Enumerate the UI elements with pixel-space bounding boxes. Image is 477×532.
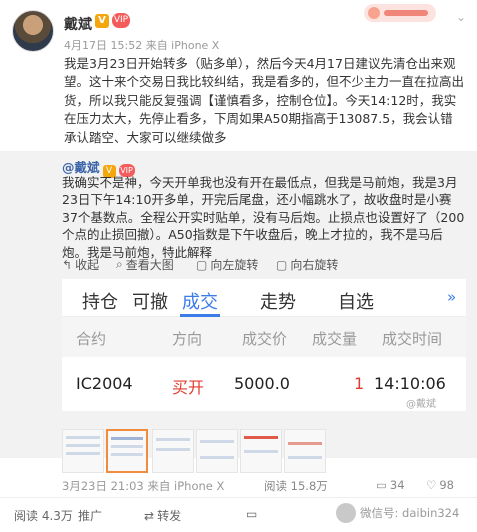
quoted-post: @戴斌 V VIP 我确实不是神，今天开单我也没有开在最低点，但我是马前炮，我是3月… [0, 151, 477, 493]
verified-badge: V [95, 14, 109, 28]
tab-positions: 持仓 [82, 292, 118, 313]
thumbnail[interactable] [62, 429, 104, 473]
chevron-down-icon[interactable]: ⌄ [454, 10, 468, 24]
repost-icon: ⇄ [144, 508, 155, 523]
rotate-right-button[interactable]: ▢ 向右旋转 [276, 256, 338, 273]
avatar[interactable] [12, 10, 54, 52]
post-header: 戴斌 V VIP 4月17日 15:52 来自 iPhone X ⌄ [0, 0, 477, 52]
promote-button[interactable]: 推广 [78, 507, 102, 524]
search-icon: ⌕ [116, 257, 123, 271]
quoted-text: 我确实不是神，今天开单我也没有开在最低点，但我是马前炮，我是3月23日下午14:… [62, 175, 465, 260]
quoted-meta: 3月23日 21:03 来自 iPhone X [62, 479, 225, 493]
like-button[interactable]: ♡ 98 [426, 478, 454, 492]
cell-time: 14:10:06 [374, 374, 446, 393]
views-count: 阅读 15.8万 [264, 479, 328, 493]
repost-button[interactable]: ⇄ 转发 [144, 507, 181, 524]
image-watermark: @戴斌 [406, 399, 436, 410]
post-meta: 4月17日 15:52 来自 iPhone X [64, 39, 220, 52]
thumbnail[interactable] [152, 429, 194, 473]
decorative-banner-icon [364, 4, 436, 22]
thumbs-up-icon: ♡ [426, 478, 437, 492]
cell-price: 5000.0 [234, 374, 290, 393]
post-text: 我是3月23日开始转多（贴多单），然后今天4月17日建议先清仓出来观望。这十来个… [64, 56, 465, 145]
collapse-button[interactable]: ↰ 收起 [62, 256, 99, 273]
views-count: 阅读 4.3万 [14, 509, 73, 523]
wechat-icon [336, 503, 356, 523]
quoted-stats: 阅读 15.8万 ▭ 34 ♡ 98 [264, 478, 474, 494]
col-time: 成交时间 [382, 330, 443, 348]
thumbnail[interactable] [240, 429, 282, 473]
tab-cancellable: 可撤 [132, 292, 168, 313]
vip-badge: VIP [112, 13, 130, 28]
comment-icon: ▭ [376, 478, 387, 492]
view-large-button[interactable]: ⌕ 查看大图 [116, 256, 174, 273]
col-price: 成交价 [242, 330, 288, 348]
rotate-left-button[interactable]: ▢ 向左旋转 [196, 256, 258, 273]
col-direction: 方向 [172, 330, 203, 348]
thumbnail-strip [62, 429, 392, 473]
rotate-right-icon: ▢ [276, 257, 288, 272]
thumbnail[interactable] [196, 429, 238, 473]
trade-screenshot[interactable]: 持仓 可撤 成交 走势 自选 » 合约 方向 成交价 成交量 成交时间 IC20… [62, 279, 466, 411]
tab-filled: 成交 [182, 292, 218, 313]
comment-button[interactable]: ▭ [246, 507, 257, 521]
trade-table-header: 合约 方向 成交价 成交量 成交时间 [62, 317, 466, 357]
table-row: IC2004 买开 5000.0 1 14:10:06 @戴斌 [62, 357, 466, 411]
more-tabs-icon: » [447, 288, 457, 306]
tab-trend: 走势 [260, 292, 296, 313]
collapse-icon: ↰ [62, 257, 73, 272]
rotate-left-icon: ▢ [196, 257, 208, 272]
username[interactable]: 戴斌 [64, 14, 92, 34]
cell-direction: 买开 [172, 378, 205, 397]
quoted-mention[interactable]: @戴斌 [62, 160, 100, 175]
comment-button[interactable]: ▭ 34 [376, 478, 405, 492]
thumbnail[interactable] [284, 429, 326, 473]
cell-volume: 1 [354, 374, 365, 393]
wechat-watermark: 微信号: daibin324 [336, 503, 459, 523]
thumbnail-selected[interactable] [106, 429, 148, 473]
image-actions: ↰ 收起 ⌕ 查看大图 ▢ 向左旋转 ▢ 向右旋转 [62, 256, 466, 276]
comment-icon: ▭ [246, 507, 258, 521]
screenshot-tabs: 持仓 可撤 成交 走势 自选 » [62, 279, 466, 317]
col-volume: 成交量 [312, 330, 358, 348]
cell-contract: IC2004 [76, 374, 133, 393]
tab-watchlist: 自选 [338, 292, 374, 313]
col-contract: 合约 [76, 330, 107, 348]
bottom-bar: 阅读 4.3万 推广 ⇄ 转发 ▭ 微信号: daibin324 [0, 498, 477, 532]
